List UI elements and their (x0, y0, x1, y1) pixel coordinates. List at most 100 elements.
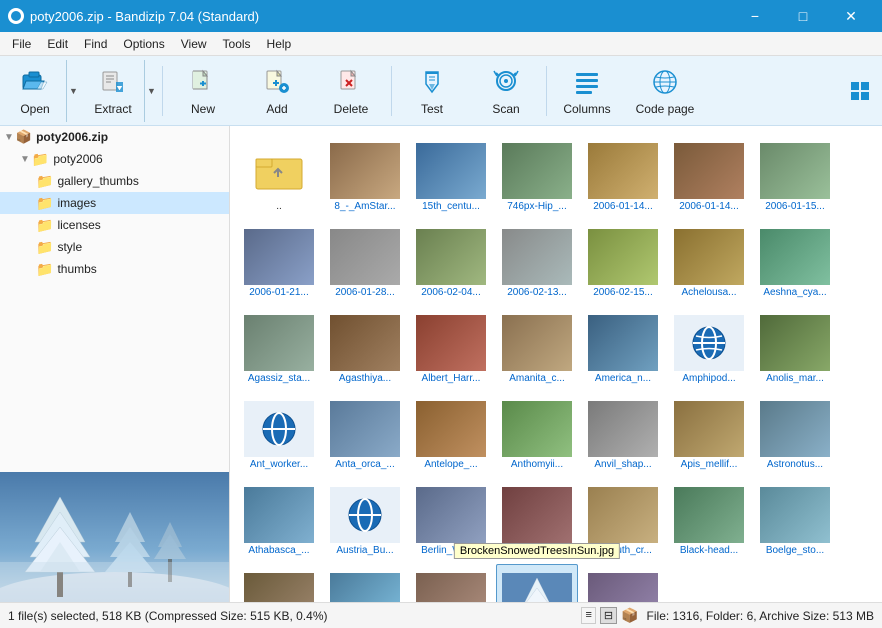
list-item[interactable]: Black-head... (668, 478, 750, 560)
file-thumb (674, 487, 744, 543)
list-view-icon[interactable]: ≡ (581, 607, 595, 624)
list-item[interactable]: Amphipod... (668, 306, 750, 388)
list-item[interactable]: Bridge_Alc... (324, 564, 406, 602)
file-thumb (502, 401, 572, 457)
open-dropdown-arrow[interactable]: ▼ (66, 60, 80, 122)
file-thumb (244, 573, 314, 602)
list-item[interactable]: Boelge_sto... (754, 478, 836, 560)
file-name: Amphipod... (671, 373, 747, 385)
scan-button[interactable]: Scan (470, 60, 542, 122)
tree-label-thumbs: thumbs (57, 262, 96, 276)
file-name: 15th_centu... (413, 201, 489, 213)
file-thumb (416, 401, 486, 457)
file-item-brockensnowtrees[interactable]: BrockenSno... BrockenSnowedTreesInSun.jp… (496, 564, 578, 602)
list-item[interactable]: Athabasca_... (238, 478, 320, 560)
list-item[interactable]: 2006-02-13... (496, 220, 578, 302)
file-thumb (588, 487, 658, 543)
list-item[interactable]: 2006-02-15... (582, 220, 664, 302)
tree-item-images[interactable]: 📁 images (0, 192, 229, 214)
window-controls: − □ ✕ (732, 0, 874, 32)
file-thumb (760, 315, 830, 371)
file-thumb (760, 143, 830, 199)
view-toggle-button[interactable] (842, 73, 878, 109)
archive-icon: 📦 (621, 607, 638, 624)
tree-label-gallery: gallery_thumbs (57, 174, 138, 188)
extract-button[interactable]: Extract (82, 60, 144, 122)
list-item[interactable]: 15th_centu... (410, 134, 492, 216)
tree-item-zip[interactable]: ▼ 📦 poty2006.zip (0, 126, 229, 148)
extract-dropdown-arrow[interactable]: ▼ (144, 60, 158, 122)
file-thumb (330, 229, 400, 285)
status-right-text: File: 1316, Folder: 6, Archive Size: 513… (647, 609, 874, 623)
file-thumb-up (244, 143, 314, 199)
list-item[interactable]: Albert_Harr... (410, 306, 492, 388)
tree-item-style[interactable]: 📁 style (0, 236, 229, 258)
list-item[interactable]: Achelousа... (668, 220, 750, 302)
status-icons: ≡ ⊟ 📦 (581, 607, 638, 624)
list-item[interactable]: Anta_orca_... (324, 392, 406, 474)
open-button[interactable]: Open (4, 60, 66, 122)
tree-item-thumbs[interactable]: 📁 thumbs (0, 258, 229, 280)
close-button[interactable]: ✕ (828, 0, 874, 32)
file-item-up[interactable]: .. (238, 134, 320, 216)
list-item[interactable]: Astronotus... (754, 392, 836, 474)
file-thumb (330, 487, 400, 543)
list-item[interactable]: America_n... (582, 306, 664, 388)
file-name: Boelge_sto... (757, 545, 833, 557)
codepage-button[interactable]: Code page (625, 60, 705, 122)
list-item[interactable]: Ant_worker... (238, 392, 320, 474)
file-thumb (674, 315, 744, 371)
list-item[interactable]: Bill_Thom... (496, 478, 578, 560)
detail-view-icon[interactable]: ⊟ (600, 607, 617, 624)
list-item[interactable]: Brazilian_N... (238, 564, 320, 602)
menu-help[interactable]: Help (259, 35, 300, 53)
list-item[interactable]: Anolis_mar... (754, 306, 836, 388)
menu-tools[interactable]: Tools (215, 35, 259, 53)
menu-file[interactable]: File (4, 35, 39, 53)
add-icon (261, 66, 293, 98)
add-button[interactable]: Add (241, 60, 313, 122)
list-item[interactable]: Agassiz_sta... (238, 306, 320, 388)
list-item[interactable]: 8_-_AmStar... (324, 134, 406, 216)
list-item[interactable]: 2006-01-28... (324, 220, 406, 302)
delete-button[interactable]: Delete (315, 60, 387, 122)
list-item[interactable]: Amanita_c... (496, 306, 578, 388)
minimize-button[interactable]: − (732, 0, 778, 32)
toolbar: Open ▼ Extract ▼ New Add Delete (0, 56, 882, 126)
file-name: Anta_orca_... (327, 459, 403, 471)
new-button[interactable]: New (167, 60, 239, 122)
menu-edit[interactable]: Edit (39, 35, 76, 53)
test-button[interactable]: Test (396, 60, 468, 122)
file-grid-container[interactable]: .. 8_-_AmStar... 15th_centu... 746px-Hip… (230, 126, 882, 602)
columns-button[interactable]: Columns (551, 60, 623, 122)
list-item[interactable]: 2006-01-14... (668, 134, 750, 216)
list-item[interactable]: British_Mus... (410, 564, 492, 602)
list-item[interactable]: Anvil_shap... (582, 392, 664, 474)
list-item[interactable]: Apis_mellif... (668, 392, 750, 474)
list-item[interactable]: Antelope_... (410, 392, 492, 474)
maximize-button[interactable]: □ (780, 0, 826, 32)
tree-item-licenses[interactable]: 📁 licenses (0, 214, 229, 236)
list-item[interactable]: Agasthiya... (324, 306, 406, 388)
list-item[interactable]: 2006-01-14... (582, 134, 664, 216)
list-item[interactable]: Austria_Bu... (324, 478, 406, 560)
list-item[interactable]: Berlin_Worl... (410, 478, 492, 560)
list-item[interactable]: Bismuth_cr... (582, 478, 664, 560)
list-item[interactable]: Brooklyn_B... (582, 564, 664, 602)
tree-item-gallery[interactable]: 📁 gallery_thumbs (0, 170, 229, 192)
menu-options[interactable]: Options (115, 35, 172, 53)
list-item[interactable]: 2006-01-15... (754, 134, 836, 216)
list-item[interactable]: Anthomyii... (496, 392, 578, 474)
add-label: Add (266, 102, 287, 116)
toolbar-divider-2 (391, 66, 392, 116)
tree-item-poty2006[interactable]: ▼ 📁 poty2006 (0, 148, 229, 170)
file-name: 746px-Hip_... (499, 201, 575, 213)
menu-find[interactable]: Find (76, 35, 115, 53)
list-item[interactable]: 746px-Hip_... (496, 134, 578, 216)
list-item[interactable]: 2006-02-04... (410, 220, 492, 302)
list-item[interactable]: 2006-01-21... (238, 220, 320, 302)
file-name: 2006-02-13... (499, 287, 575, 299)
list-item[interactable]: Aeshna_cya... (754, 220, 836, 302)
menu-view[interactable]: View (173, 35, 215, 53)
open-icon (19, 66, 51, 98)
